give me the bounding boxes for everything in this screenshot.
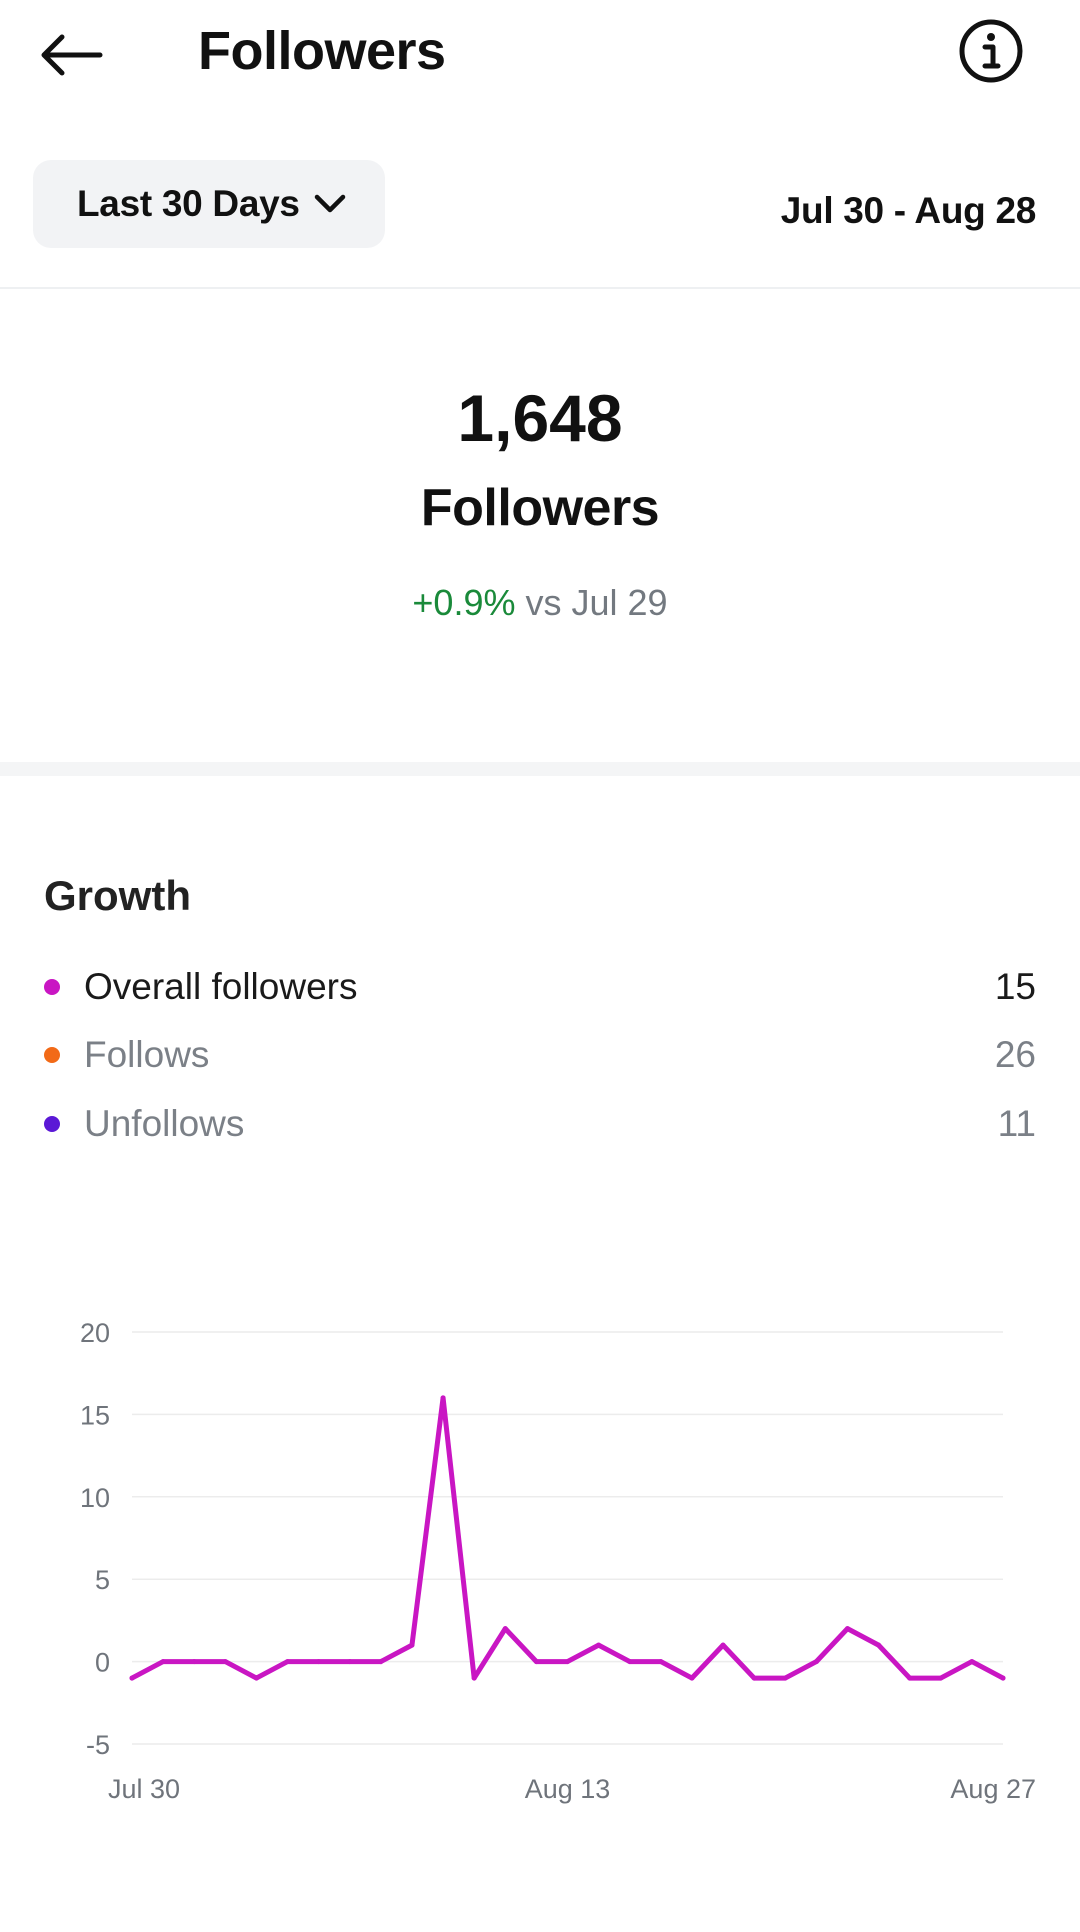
divider (0, 287, 1080, 289)
legend-item-follows[interactable]: Follows 26 (44, 1030, 1036, 1080)
data-point (627, 1659, 633, 1665)
arrow-left-icon (41, 34, 103, 76)
y-tick-label: 5 (95, 1565, 110, 1595)
data-point (782, 1675, 788, 1681)
x-tick-label: Aug 27 (950, 1774, 1036, 1804)
data-point (285, 1659, 291, 1665)
y-tick-label: 15 (80, 1400, 110, 1430)
data-point (253, 1675, 259, 1681)
data-point (222, 1659, 228, 1665)
legend-item-unfollows[interactable]: Unfollows 11 (44, 1099, 1036, 1149)
info-circle-icon (959, 19, 1023, 83)
legend-dot (44, 1047, 60, 1063)
date-range-dropdown-label: Last 30 Days (77, 183, 300, 224)
change-indicator: +0.9% vs Jul 29 (0, 582, 1080, 624)
data-point (969, 1659, 975, 1665)
data-point (720, 1642, 726, 1648)
y-tick-label: 10 (80, 1483, 110, 1513)
legend-dot (44, 1116, 60, 1132)
data-point (191, 1659, 197, 1665)
data-point (160, 1659, 166, 1665)
data-point (938, 1675, 944, 1681)
data-point (813, 1659, 819, 1665)
page-title: Followers (198, 21, 446, 81)
back-button[interactable] (38, 20, 120, 90)
change-percent: +0.9% (412, 582, 516, 623)
series-line (129, 1395, 1006, 1681)
date-range-dropdown[interactable]: Last 30 Days (33, 160, 385, 248)
data-point (347, 1659, 353, 1665)
y-tick-label: 0 (95, 1648, 110, 1678)
growth-line-chart[interactable]: 20 15 10 5 0 -5 Jul 30 Aug 13 Aug 27 (0, 1300, 1080, 1820)
data-point (658, 1659, 664, 1665)
data-point (907, 1675, 913, 1681)
data-point (844, 1626, 850, 1632)
growth-title: Growth (44, 872, 191, 919)
data-point (502, 1626, 508, 1632)
data-point (1000, 1675, 1006, 1681)
chevron-down-icon (314, 194, 345, 213)
data-point (409, 1642, 415, 1648)
followers-label: Followers (420, 479, 660, 537)
legend-label: Overall followers (84, 966, 358, 1007)
data-point (378, 1659, 384, 1665)
info-button[interactable] (958, 18, 1024, 84)
data-point (129, 1675, 135, 1681)
section-divider (0, 762, 1080, 776)
data-point (876, 1642, 882, 1648)
x-tick-label: Aug 13 (525, 1774, 611, 1804)
data-point (689, 1675, 695, 1681)
data-point (751, 1675, 757, 1681)
y-tick-label: 20 (80, 1318, 110, 1348)
legend-value: 11 (997, 1103, 1036, 1144)
y-tick-label: -5 (86, 1730, 110, 1760)
legend-label: Follows (84, 1034, 210, 1075)
data-point (440, 1395, 446, 1401)
legend-dot (44, 979, 60, 995)
data-point (316, 1659, 322, 1665)
change-comparison: vs Jul 29 (525, 582, 668, 623)
data-point (533, 1659, 539, 1665)
data-point (596, 1642, 602, 1648)
followers-count: 1,648 (457, 381, 623, 455)
data-point (471, 1675, 477, 1681)
legend-value: 15 (994, 966, 1036, 1007)
data-point (565, 1659, 570, 1665)
x-tick-label: Jul 30 (108, 1774, 180, 1804)
legend-item-overall-followers[interactable]: Overall followers 15 (44, 962, 1036, 1012)
date-range-text: Jul 30 - Aug 28 (780, 190, 1037, 231)
legend-label: Unfollows (84, 1103, 245, 1144)
legend-value: 26 (994, 1034, 1036, 1075)
